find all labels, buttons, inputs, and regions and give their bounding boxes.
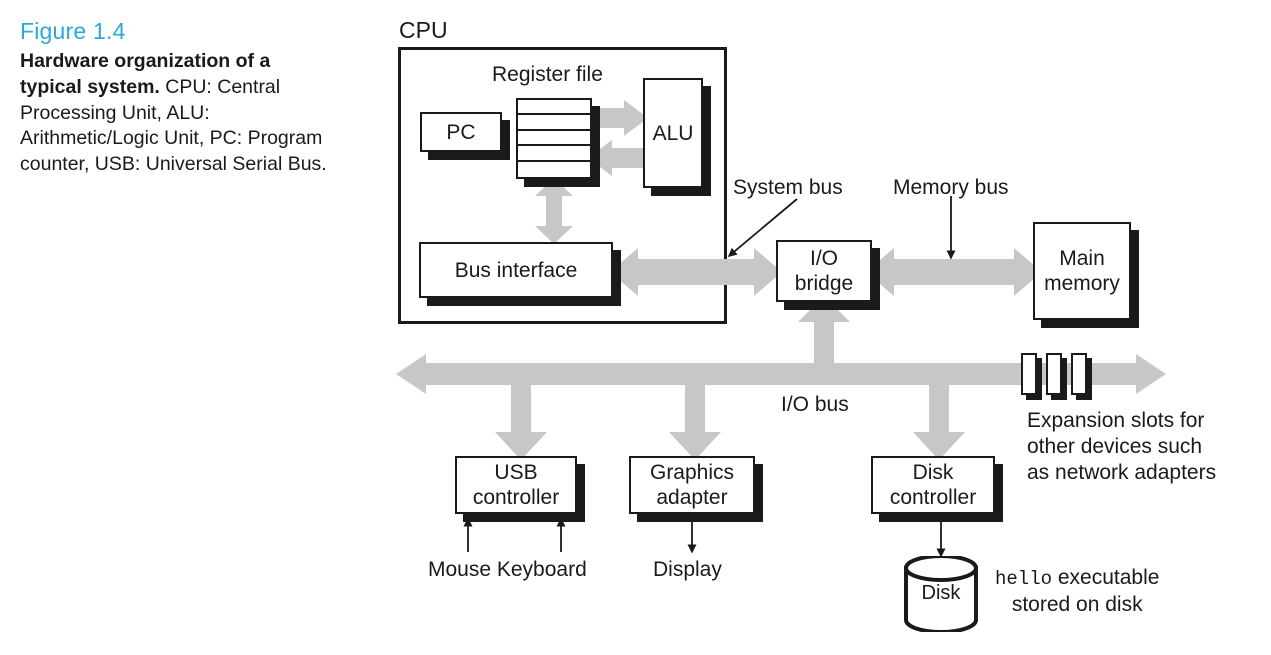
disk-note-rest: executable: [1052, 566, 1160, 589]
register-file: [516, 98, 592, 179]
expansion-slots-line1: Expansion slots for: [1027, 409, 1205, 432]
hello-executable-name: hello: [995, 568, 1053, 590]
graphics-adapter-block: Graphics adapter: [629, 456, 755, 514]
expansion-slots-line3: as network adapters: [1027, 461, 1217, 484]
register-row: [518, 162, 590, 177]
expansion-slots-line2: other devices such: [1027, 435, 1203, 458]
expansion-slots-note: Expansion slots for other devices such a…: [1027, 408, 1216, 486]
expansion-slot-2: [1046, 353, 1062, 395]
iobus-to-usb-arrow: [495, 380, 547, 460]
register-row: [518, 115, 590, 131]
graphics-adapter-line2: adapter: [656, 486, 728, 509]
usb-controller-line2: controller: [472, 486, 560, 509]
disk-label: Disk: [921, 582, 961, 604]
disk-note: hello executable stored on disk: [995, 565, 1159, 618]
main-memory-block: Main memory: [1033, 222, 1131, 320]
disk-controller-line1: Disk: [912, 461, 954, 484]
figure-caption-text: Hardware organization of a typical syste…: [20, 49, 330, 178]
io-bridge-line1: I/O: [809, 247, 838, 270]
io-bridge-line2: bridge: [794, 272, 854, 295]
bus-interface-block: Bus interface: [419, 242, 613, 298]
iobus-to-disk-arrow: [913, 380, 965, 460]
main-memory-line1: Main: [1059, 247, 1105, 270]
register-row: [518, 131, 590, 147]
disk-controller-line2: controller: [889, 486, 977, 509]
memory-bus-arrow: [866, 244, 1042, 300]
usb-controller-block: USB controller: [455, 456, 577, 514]
expansion-slot-1: [1021, 353, 1037, 395]
register-row: [518, 146, 590, 162]
disk-note-line2: stored on disk: [1011, 593, 1143, 616]
io-bridge-block: I/O bridge: [776, 240, 872, 302]
register-file-label: Register file: [492, 63, 603, 86]
system-bus-arrow: [610, 244, 782, 300]
memory-bus-label: Memory bus: [893, 176, 1009, 199]
system-bus-label: System bus: [733, 176, 843, 199]
usb-controller-line1: USB: [494, 461, 538, 484]
figure-caption: Figure 1.4 Hardware organization of a ty…: [20, 16, 330, 178]
iobus-to-graphics-arrow: [669, 380, 721, 460]
main-memory-line2: memory: [1044, 272, 1120, 295]
alu-block: ALU: [643, 78, 703, 188]
io-bus-label: I/O bus: [781, 393, 849, 416]
disk-controller-block: Disk controller: [871, 456, 995, 514]
expansion-slot-3: [1071, 353, 1087, 395]
mouse-keyboard-label: Mouse Keyboard: [428, 558, 587, 581]
graphics-adapter-line1: Graphics: [649, 461, 735, 484]
pc-block: PC: [420, 112, 502, 152]
disk-note-line1: hello executable: [995, 565, 1159, 592]
figure-number: Figure 1.4: [20, 18, 126, 44]
display-label: Display: [653, 558, 722, 581]
register-row: [518, 100, 590, 116]
figure-canvas: Figure 1.4 Hardware organization of a ty…: [0, 0, 1271, 655]
cpu-label: CPU: [399, 17, 448, 43]
regfile-bus-interface-arrow: [535, 178, 573, 244]
